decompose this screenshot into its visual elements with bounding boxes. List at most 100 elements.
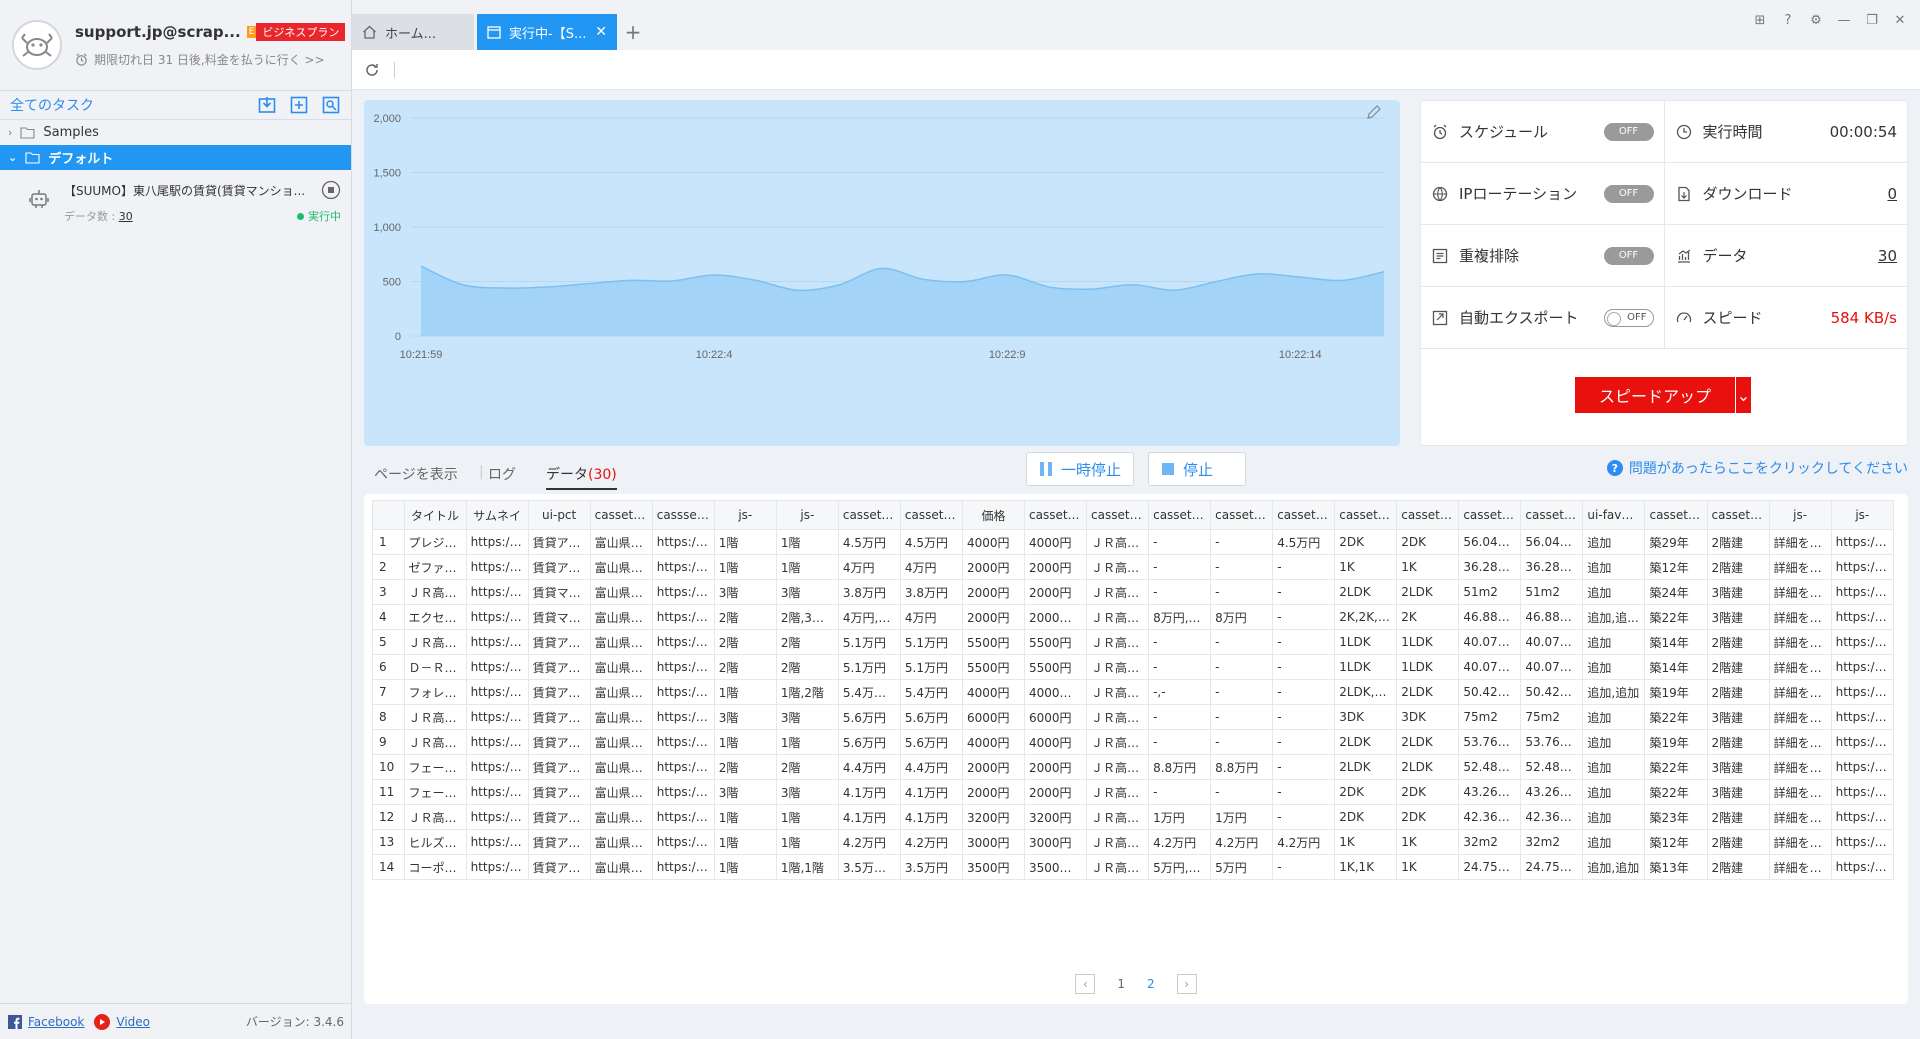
ip-rotation-toggle[interactable]: OFF [1603, 184, 1654, 203]
table-cell: 1K [1396, 854, 1460, 880]
table-row[interactable]: 3ＪＲ高山...https://im...賃貸マン...富山県富...https… [372, 579, 1895, 605]
table-row[interactable]: 11フェール...https://im...賃貸アパ...富山県富...http… [372, 779, 1895, 805]
table-row[interactable]: 9ＪＲ高山...https://im...賃貸アパ...富山県富...https… [372, 729, 1895, 755]
table-row[interactable]: 2ゼファー...https://im...賃貸アパ...富山県富...https… [372, 554, 1895, 580]
column-header[interactable]: ui-pct [527, 500, 591, 530]
speed-up-button[interactable]: スピードアップ ⌄ [1575, 377, 1751, 413]
avatar[interactable] [12, 20, 62, 70]
table-row[interactable]: 1プレジー...https://im...賃貸アパ...富山県富...https… [372, 529, 1895, 555]
column-header[interactable]: cassette... [1272, 500, 1336, 530]
table-row[interactable]: 6Ｄ－Ｒｏ...https://im...賃貸アパ...富山県富...https… [372, 654, 1895, 680]
column-header[interactable]: cassette... [1706, 500, 1770, 530]
row-number: 2 [372, 554, 405, 580]
column-header[interactable]: ui-favorite [1582, 500, 1646, 530]
close-tab-icon[interactable]: ✕ [595, 24, 607, 40]
folder-label: Samples [43, 125, 99, 140]
column-header[interactable]: サムネイ [465, 500, 529, 530]
column-header[interactable]: cassette... [1148, 500, 1212, 530]
add-tab-button[interactable]: + [620, 14, 646, 50]
stop-button[interactable]: 停止 [1148, 452, 1246, 486]
column-header[interactable]: cassette... [837, 500, 901, 530]
folder-samples[interactable]: › Samples [0, 120, 351, 145]
page-2[interactable]: 2 [1147, 977, 1155, 991]
table-cell: 3DK [1396, 704, 1460, 730]
table-row[interactable]: 8ＪＲ高山...https://im...賃貸アパ...富山県富...https… [372, 704, 1895, 730]
task-item[interactable]: 【SUUMO】東八尾駅の賃貸(賃貸マンショ... データ数 : 30 実行中 [0, 170, 351, 236]
table-cell: フェール... [403, 754, 467, 780]
help-icon[interactable]: ? [1780, 12, 1796, 28]
tab-log[interactable]: ログ [488, 464, 516, 484]
column-header[interactable] [372, 500, 405, 530]
column-header[interactable]: cassette... [1086, 500, 1150, 530]
column-header[interactable]: cassette... [1644, 500, 1708, 530]
column-header[interactable]: cassset... [651, 500, 715, 530]
video-link[interactable]: Video [116, 1015, 150, 1029]
column-header[interactable]: cassette... [1396, 500, 1460, 530]
schedule-toggle[interactable]: OFF [1603, 122, 1654, 141]
column-header[interactable]: cassette... [1334, 500, 1398, 530]
all-tasks-label[interactable]: 全てのタスク [10, 95, 245, 115]
auto-export-toggle[interactable]: OFF [1603, 308, 1654, 327]
runtime-stat: 実行時間 00:00:54 [1665, 101, 1908, 162]
table-cell: 51m2 [1458, 579, 1522, 605]
table-cell: 2DK [1396, 804, 1460, 830]
table-cell: 4.5万円 [837, 529, 901, 555]
column-header[interactable]: cassette... [1023, 500, 1088, 530]
new-task-icon[interactable] [289, 95, 309, 115]
tab-data[interactable]: データ(30) [546, 464, 617, 490]
table-row[interactable]: 13ヒルズ杉...https://im...賃貸アパ...富山県富...http… [372, 829, 1895, 855]
data-count-value[interactable]: 30 [119, 210, 133, 223]
gift-icon[interactable]: ⊞ [1752, 12, 1768, 28]
globe-icon [1431, 185, 1449, 203]
column-header[interactable]: cassette... [589, 500, 653, 530]
tab-home[interactable]: ホーム... [352, 14, 474, 50]
chevron-down-icon[interactable]: ⌄ [1735, 377, 1751, 413]
data-value[interactable]: 30 [1878, 247, 1897, 265]
column-header[interactable]: js- [1768, 500, 1832, 530]
table-cell: https://im... [465, 804, 529, 830]
column-header[interactable]: 価格 [961, 500, 1026, 530]
table-row[interactable]: 12ＪＲ高山...https://im...賃貸アパ...富山県富...http… [372, 804, 1895, 830]
column-header[interactable]: タイトル [403, 500, 467, 530]
minimize-icon[interactable]: — [1836, 12, 1852, 28]
table-cell: - [1148, 629, 1212, 655]
tab-show-page[interactable]: ページを表示 [374, 464, 458, 484]
table-row[interactable]: 10フェール...https://im...賃貸アパ...富山県富...http… [372, 754, 1895, 780]
table-cell: 追加,追加 [1582, 679, 1646, 705]
column-header[interactable]: js- [713, 500, 777, 530]
table-cell: 詳細を見... [1768, 529, 1832, 555]
download-value[interactable]: 0 [1887, 185, 1897, 203]
table-cell: 2階 [775, 754, 839, 780]
column-header[interactable]: js- [775, 500, 839, 530]
prev-page-button[interactable]: ‹ [1075, 974, 1096, 994]
import-task-icon[interactable] [257, 95, 277, 115]
tab-running-task[interactable]: 実行中-【S... ✕ [477, 14, 617, 50]
table-row[interactable]: 4エクセル...https://im...賃貸マン...富山県富...https… [372, 604, 1895, 630]
help-link[interactable]: ? 問題があったらここをクリックしてください [1606, 458, 1908, 478]
facebook-link[interactable]: Facebook [28, 1015, 84, 1029]
stop-task-icon[interactable] [321, 180, 341, 200]
column-header[interactable]: cassette... [1458, 500, 1522, 530]
edit-pencil-icon[interactable] [1367, 105, 1381, 119]
table-cell: 築12年 [1644, 554, 1708, 580]
column-header[interactable]: cassette... [1520, 500, 1584, 530]
table-cell: 詳細を見... [1768, 579, 1832, 605]
column-header[interactable]: cassette... [1210, 500, 1274, 530]
table-row[interactable]: 7フォレス...https://im...賃貸アパ...富山県富...https… [372, 679, 1895, 705]
next-page-button[interactable]: › [1176, 974, 1197, 994]
search-task-icon[interactable] [321, 95, 341, 115]
table-row[interactable]: 5ＪＲ高山...https://im...賃貸アパ...富山県富...https… [372, 629, 1895, 655]
column-header[interactable]: js- [1830, 500, 1895, 530]
settings-icon[interactable]: ⚙ [1808, 12, 1824, 28]
expiry-link[interactable]: 期限切れ日 31 日後,料金を払うに行く >> [75, 51, 339, 68]
folder-default[interactable]: ⌄ デフォルト [0, 145, 351, 170]
table-row[interactable]: 14コーポ・...https://im...賃貸アパ...富山県富...http… [372, 854, 1895, 880]
pause-button[interactable]: 一時停止 [1026, 452, 1135, 486]
table-cell: https://su... [1830, 754, 1895, 780]
page-1[interactable]: 1 [1117, 977, 1125, 991]
refresh-icon[interactable] [364, 62, 380, 78]
restore-icon[interactable]: ❐ [1864, 12, 1880, 28]
dedupe-toggle[interactable]: OFF [1603, 246, 1654, 265]
close-icon[interactable]: ✕ [1892, 12, 1908, 28]
column-header[interactable]: cassette... [899, 500, 963, 530]
